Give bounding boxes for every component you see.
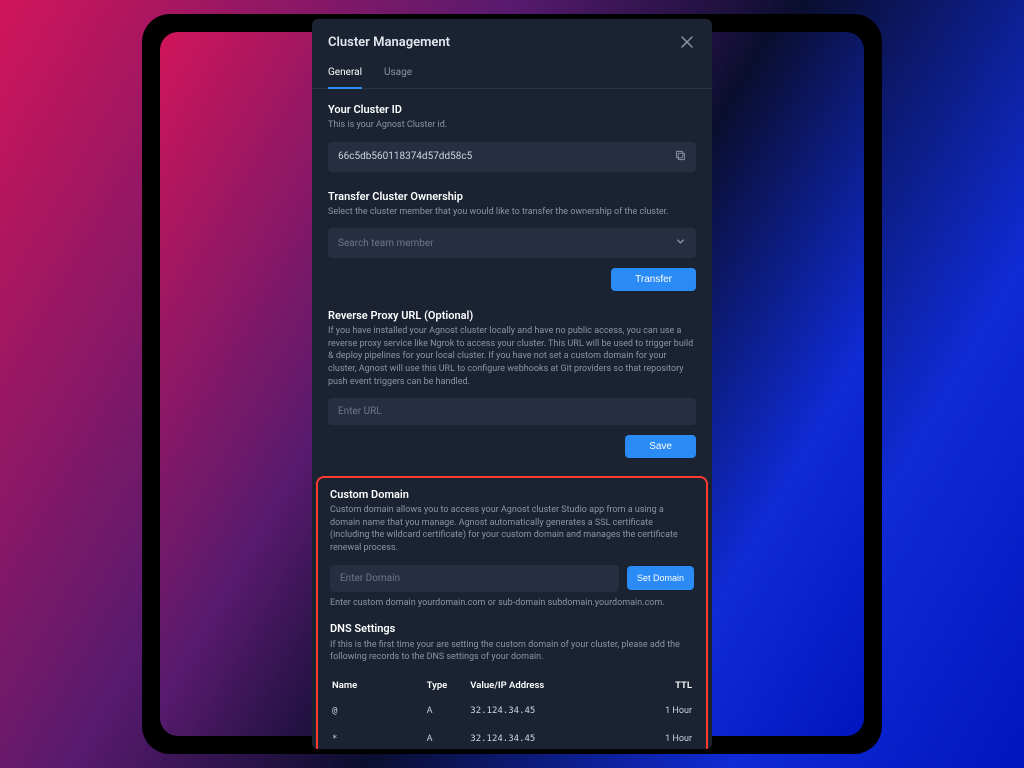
section-custom-domain: Custom Domain Custom domain allows you t… [330, 488, 694, 749]
cluster-id-field: 66c5db560118374d57dd58c5 [328, 142, 696, 172]
dns-name: * [330, 725, 425, 749]
set-domain-button[interactable]: Set Domain [627, 566, 694, 590]
custom-domain-highlight: Custom Domain Custom domain allows you t… [316, 476, 708, 749]
dns-type: A [425, 697, 469, 725]
save-button[interactable]: Save [625, 435, 696, 458]
reverse-proxy-input[interactable]: Enter URL [328, 398, 696, 425]
screenshot-frame: Cluster Management General Usage Your Cl… [142, 14, 882, 754]
domain-hint: Enter custom domain yourdomain.com or su… [330, 598, 694, 608]
dns-value: 32.124.34.45 [468, 725, 621, 749]
screenshot-bg: Cluster Management General Usage Your Cl… [160, 32, 864, 736]
custom-domain-desc: Custom domain allows you to access your … [330, 504, 694, 554]
tabs: General Usage [312, 59, 712, 89]
dns-ttl: 1 Hour [621, 725, 694, 749]
dns-th-type: Type [425, 674, 469, 697]
cluster-id-title: Your Cluster ID [328, 103, 696, 116]
cluster-management-modal: Cluster Management General Usage Your Cl… [312, 19, 712, 749]
section-reverse-proxy: Reverse Proxy URL (Optional) If you have… [328, 309, 696, 458]
modal-title: Cluster Management [328, 35, 450, 50]
dns-th-ttl: TTL [621, 674, 694, 697]
dns-settings-title: DNS Settings [330, 622, 694, 635]
chevron-down-icon [675, 236, 686, 250]
modal-body: Your Cluster ID This is your Agnost Clus… [312, 89, 712, 749]
section-cluster-id: Your Cluster ID This is your Agnost Clus… [328, 103, 696, 172]
table-row: @ A 32.124.34.45 1 Hour [330, 697, 694, 725]
team-member-placeholder: Search team member [338, 238, 434, 249]
domain-placeholder: Enter Domain [340, 573, 400, 584]
tab-usage[interactable]: Usage [384, 59, 412, 89]
transfer-desc: Select the cluster member that you would… [328, 206, 696, 219]
transfer-button[interactable]: Transfer [611, 268, 696, 291]
section-transfer: Transfer Cluster Ownership Select the cl… [328, 190, 696, 292]
dns-name: @ [330, 697, 425, 725]
dns-settings-desc: If this is the first time your are setti… [330, 639, 694, 664]
dns-value: 32.124.34.45 [468, 697, 621, 725]
modal-header: Cluster Management [312, 19, 712, 59]
dns-th-name: Name [330, 674, 425, 697]
domain-input[interactable]: Enter Domain [330, 565, 619, 592]
close-icon[interactable] [678, 33, 696, 51]
dns-th-value: Value/IP Address [468, 674, 621, 697]
transfer-btn-row: Transfer [328, 268, 696, 291]
reverse-proxy-placeholder: Enter URL [338, 406, 382, 417]
tab-general[interactable]: General [328, 59, 362, 89]
transfer-title: Transfer Cluster Ownership [328, 190, 696, 203]
copy-icon[interactable] [675, 150, 686, 164]
dns-ttl: 1 Hour [621, 697, 694, 725]
dns-type: A [425, 725, 469, 749]
team-member-select[interactable]: Search team member [328, 228, 696, 258]
cluster-id-desc: This is your Agnost Cluster id. [328, 119, 696, 132]
save-btn-row: Save [328, 435, 696, 458]
custom-domain-title: Custom Domain [330, 488, 694, 501]
cluster-id-value: 66c5db560118374d57dd58c5 [338, 151, 472, 162]
dns-table: Name Type Value/IP Address TTL @ A [330, 674, 694, 749]
dns-table-header-row: Name Type Value/IP Address TTL [330, 674, 694, 697]
table-row: * A 32.124.34.45 1 Hour [330, 725, 694, 749]
reverse-proxy-desc: If you have installed your Agnost cluste… [328, 325, 696, 388]
domain-input-row: Enter Domain Set Domain [330, 565, 694, 592]
reverse-proxy-title: Reverse Proxy URL (Optional) [328, 309, 696, 322]
